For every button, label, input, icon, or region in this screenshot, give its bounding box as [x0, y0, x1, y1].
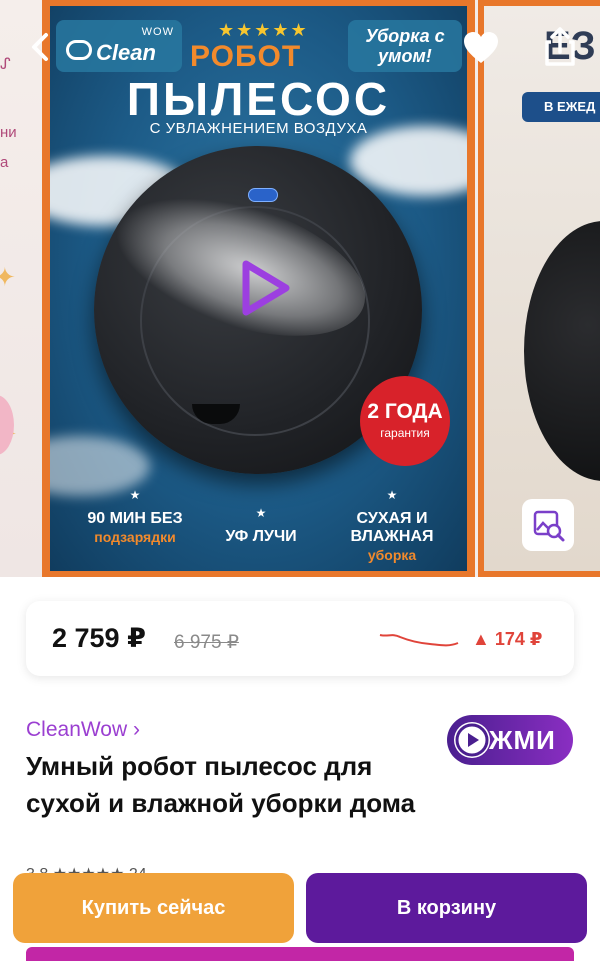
buy-now-button[interactable]: Купить сейчас: [13, 873, 294, 943]
bottom-promo-strip[interactable]: [26, 947, 574, 961]
next-slide-pill: В ЕЖЕД: [522, 92, 600, 122]
warranty-years: 2 ГОДА: [367, 400, 443, 423]
share-icon: [545, 27, 575, 66]
prev-slide-ornament: ᔑ: [0, 56, 11, 73]
prev-slide-text: ни: [0, 124, 17, 141]
price-card[interactable]: 2 759 ₽ 6 975 ₽ ▲ 174 ₽: [26, 601, 574, 676]
robot-vacuum-image: [524, 221, 600, 481]
feature-text: 90 МИН БЕЗ: [87, 510, 183, 527]
back-button[interactable]: [28, 32, 54, 62]
brand-logo: WOW Clean: [56, 20, 182, 72]
feature-uv: ★ УФ ЛУЧИ: [196, 504, 326, 546]
current-price: 2 759 ₽: [52, 623, 146, 653]
next-gallery-image[interactable]: ЕЗ В ЕЖЕД: [478, 0, 600, 577]
image-search-icon: [533, 510, 565, 542]
robot-logo-icon: [66, 40, 92, 60]
next-slide-banner: ЕЗ В ЕЖЕД: [484, 6, 600, 571]
play-icon: [242, 260, 290, 316]
warranty-badge: 2 ГОДА гарантия: [360, 376, 450, 466]
robot-indicator: [248, 188, 278, 202]
banner-title-pylesos: ПЫЛЕСОС: [126, 73, 391, 125]
promo-zhmi-button[interactable]: ЖМИ: [447, 715, 573, 765]
logo-clean-text: Clean: [96, 40, 156, 65]
price-history-graph: [379, 634, 459, 647]
play-icon: [454, 722, 490, 758]
feature-text: УФ ЛУЧИ: [225, 528, 297, 545]
add-to-cart-button[interactable]: В корзину: [306, 873, 587, 943]
image-search-button[interactable]: [522, 499, 574, 551]
feature-cleaning-mode: ★ СУХАЯ И ВЛАЖНАЯ уборка: [322, 486, 462, 564]
favorite-button[interactable]: [462, 30, 500, 66]
sparkle-icon: ✦: [0, 262, 16, 292]
product-image-gallery[interactable]: ᔑ ни а ✦ ✦ WOW Clean ★★★★★ РОБОТ Уборка …: [0, 0, 600, 577]
old-price: 6 975 ₽: [174, 632, 239, 653]
banner-title-robot: РОБОТ: [190, 40, 302, 73]
logo-wow-text: WOW: [141, 26, 174, 38]
prev-slide-text: а: [0, 154, 9, 171]
product-page: ᔑ ни а ✦ ✦ WOW Clean ★★★★★ РОБОТ Уборка …: [0, 0, 600, 961]
feature-star-icon: ★: [386, 488, 398, 502]
product-banner: WOW Clean ★★★★★ РОБОТ Уборка с умом! ПЫЛ…: [50, 6, 467, 571]
price-change: ▲ 174 ₽: [472, 629, 543, 649]
feature-text: СУХАЯ И ВЛАЖНАЯ: [350, 510, 434, 545]
warranty-label: гарантия: [380, 426, 430, 440]
feature-accent: подзарядки: [94, 529, 176, 545]
brand-link[interactable]: CleanWow ›: [26, 718, 140, 742]
heart-icon: [464, 32, 498, 63]
banner-slogan: Уборка с умом!: [348, 20, 462, 72]
previous-gallery-image[interactable]: ᔑ ни а ✦ ✦: [0, 0, 42, 577]
promo-label: ЖМИ: [489, 725, 556, 755]
share-button[interactable]: [542, 26, 578, 68]
feature-star-icon: ★: [255, 506, 267, 520]
play-video-button[interactable]: [236, 258, 292, 318]
prev-slide-decor: [0, 395, 14, 455]
rating-stars-decor: ★★★★★: [218, 20, 309, 40]
feature-star-icon: ★: [129, 488, 141, 502]
back-icon: [32, 33, 48, 61]
feature-battery: ★ 90 МИН БЕЗ подзарядки: [70, 486, 200, 546]
main-gallery-image[interactable]: WOW Clean ★★★★★ РОБОТ Уборка с умом! ПЫЛ…: [42, 0, 475, 577]
feature-accent: уборка: [367, 547, 417, 563]
product-title: Умный робот пылесос для сухой и влажной …: [26, 751, 416, 818]
banner-subtitle: С УВЛАЖНЕНИЕМ ВОЗДУХА: [149, 120, 368, 137]
